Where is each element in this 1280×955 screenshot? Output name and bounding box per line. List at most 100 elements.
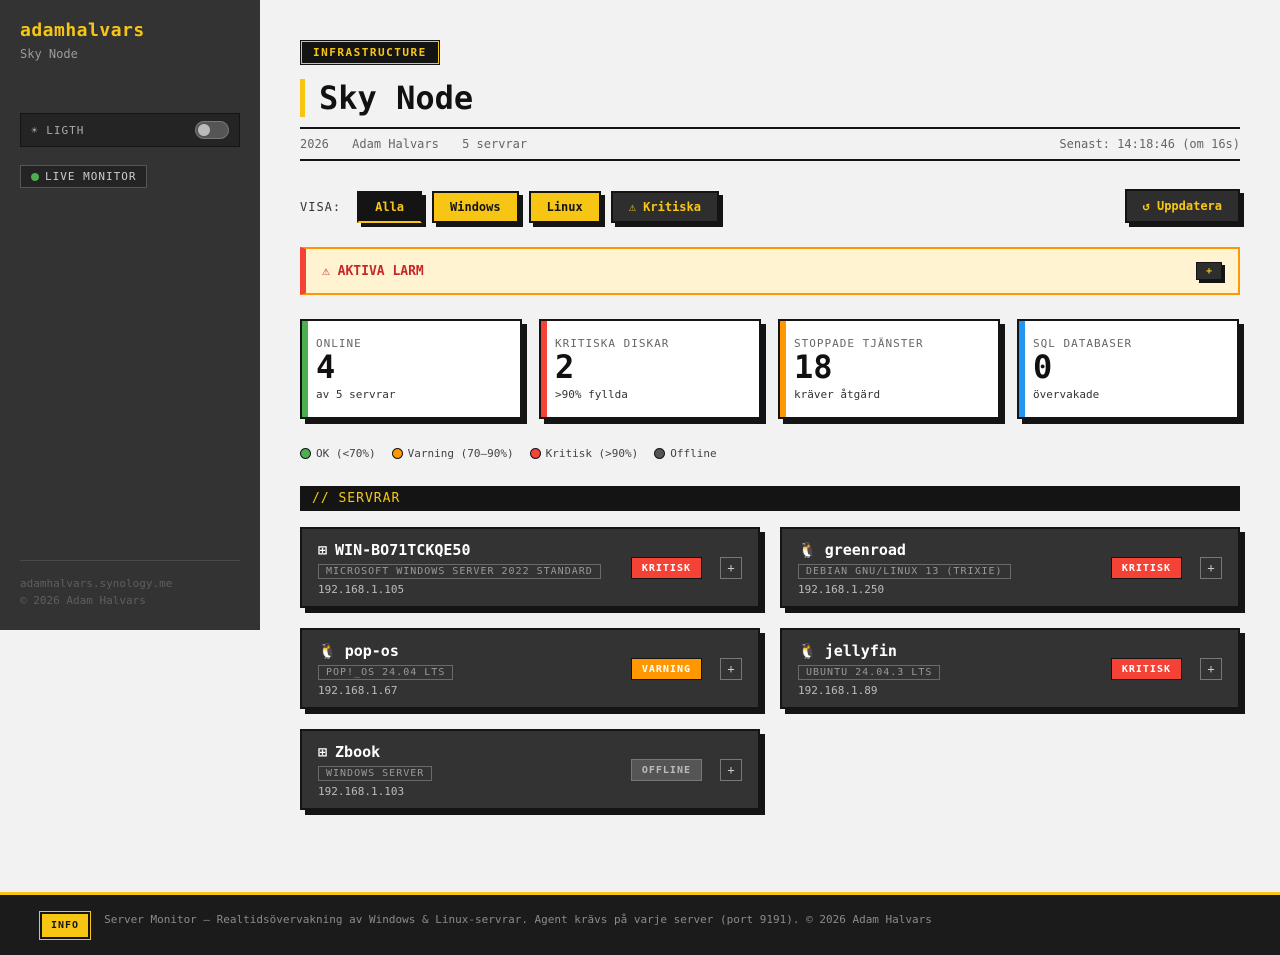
info-badge: INFO bbox=[40, 911, 91, 939]
stat-card: KRITISKA DISKAR 2 >90% fyllda bbox=[539, 319, 761, 419]
server-ip: 192.168.1.105 bbox=[318, 583, 405, 596]
filter-linux-button[interactable]: Linux bbox=[528, 191, 601, 223]
server-name: Zbook bbox=[335, 743, 381, 761]
theme-toggle-switch[interactable] bbox=[195, 121, 229, 139]
footer-text: Server Monitor — Realtidsövervakning av … bbox=[104, 912, 932, 926]
stat-subtext: >90% fyllda bbox=[555, 388, 628, 401]
server-os: DEBIAN GNU/LINUX 13 (TRIXIE) bbox=[798, 564, 1011, 579]
theme-label-text: LIGTH bbox=[46, 123, 85, 137]
page-title: Sky Node bbox=[319, 79, 474, 117]
stat-color-bar bbox=[780, 321, 786, 417]
live-monitor-badge[interactable]: LIVE MONITOR bbox=[20, 165, 148, 188]
legend-item: Varning (70–90%) bbox=[391, 447, 514, 460]
status-badge: VARNING bbox=[630, 658, 702, 680]
legend-item: OK (<70%) bbox=[300, 447, 376, 460]
legend-label: Offline bbox=[670, 447, 717, 460]
server-name: jellyfin bbox=[824, 642, 897, 660]
server-ip: 192.168.1.103 bbox=[318, 785, 405, 798]
server-card[interactable]: ⊞ WIN-BO71TCKQE50 MICROSOFT WINDOWS SERVER… bbox=[300, 527, 760, 608]
live-status-dot-icon bbox=[31, 172, 39, 181]
filter-windows-button[interactable]: Windows bbox=[432, 191, 519, 223]
stat-color-bar bbox=[541, 321, 547, 417]
linux-penguin-icon: 🐧 bbox=[798, 642, 817, 660]
active-alarms-panel[interactable]: ⚠ AKTIVA LARM + bbox=[300, 247, 1240, 295]
stat-value: 0 bbox=[1033, 348, 1053, 386]
status-badge: KRITISK bbox=[1110, 557, 1182, 579]
server-os: WINDOWS SERVER bbox=[318, 766, 433, 781]
server-card[interactable]: ⊞ Zbook WINDOWS SERVER 192.168.1.103 OFFLINE… bbox=[300, 729, 760, 810]
server-name: pop-os bbox=[344, 642, 399, 660]
linux-penguin-icon: 🐧 bbox=[798, 541, 817, 559]
title-wrap: Sky Node bbox=[300, 79, 1240, 117]
server-expand-button[interactable]: + bbox=[1200, 658, 1222, 680]
meta-owner: Adam Halvars bbox=[352, 137, 439, 151]
server-os: MICROSOFT WINDOWS SERVER 2022 STANDARD bbox=[318, 564, 601, 579]
theme-label: ☀ LIGTH bbox=[31, 124, 84, 137]
legend-label: Kritisk (>90%) bbox=[545, 447, 639, 460]
stat-value: 4 bbox=[316, 348, 336, 386]
stats-row: ONLINE 4 av 5 servrar KRITISKA DISKAR 2 >90% … bbox=[300, 319, 1240, 419]
stat-value: 2 bbox=[555, 348, 575, 386]
stat-color-bar bbox=[1019, 321, 1025, 417]
filter-critical-button[interactable]: ⚠ Kritiska bbox=[610, 191, 719, 223]
alarm-expand-button[interactable]: + bbox=[1196, 262, 1222, 280]
sidebar: adamhalvars Sky Node ☀ LIGTH LIVE MONITO… bbox=[0, 0, 260, 630]
stat-label: ONLINE bbox=[316, 337, 362, 350]
refresh-button[interactable]: ↺ Uppdatera bbox=[1124, 189, 1240, 223]
server-expand-button[interactable]: + bbox=[1200, 557, 1222, 579]
status-dot-icon bbox=[391, 448, 403, 459]
stat-color-bar bbox=[302, 321, 308, 417]
status-legend: OK (<70%) Varning (70–90%) Kritisk (>90%) O… bbox=[300, 447, 1240, 460]
meta-left: 2026 Adam Halvars 5 servrar bbox=[300, 137, 543, 151]
brand-subtitle: Sky Node bbox=[20, 47, 78, 61]
status-dot-icon bbox=[529, 448, 541, 459]
server-grid: ⊞ WIN-BO71TCKQE50 MICROSOFT WINDOWS SERVER… bbox=[300, 527, 1240, 810]
stat-subtext: kräver åtgärd bbox=[794, 388, 881, 401]
stat-subtext: övervakade bbox=[1033, 388, 1100, 401]
server-ip: 192.168.1.89 bbox=[798, 684, 878, 697]
legend-item: Kritisk (>90%) bbox=[529, 447, 639, 460]
legend-item: Offline bbox=[654, 447, 717, 460]
windows-icon: ⊞ bbox=[318, 743, 328, 761]
stat-card: STOPPADE TJÄNSTER 18 kräver åtgärd bbox=[778, 319, 1000, 419]
filter-label: VISA: bbox=[300, 200, 342, 214]
sun-icon: ☀ bbox=[31, 123, 39, 137]
alarm-title: ⚠ AKTIVA LARM bbox=[322, 263, 424, 279]
status-badge: KRITISK bbox=[630, 557, 702, 579]
status-badge: KRITISK bbox=[1110, 658, 1182, 680]
page-footer: INFO Server Monitor — Realtidsövervaknin… bbox=[0, 892, 1280, 955]
servers-section-header: // SERVRAR bbox=[300, 486, 1240, 511]
live-monitor-label: LIVE MONITOR bbox=[45, 170, 137, 183]
sidebar-footer: adamhalvars.synology.me © 2026 Adam Halv… bbox=[20, 560, 240, 609]
theme-toggle-row[interactable]: ☀ LIGTH bbox=[20, 113, 240, 147]
server-expand-button[interactable]: + bbox=[720, 759, 742, 781]
linux-penguin-icon: 🐧 bbox=[318, 642, 337, 660]
brand-name[interactable]: adamhalvars bbox=[20, 20, 240, 41]
footer-host[interactable]: adamhalvars.synology.me bbox=[20, 575, 240, 592]
filter-all-button[interactable]: Alla bbox=[357, 191, 423, 223]
meta-year: 2026 bbox=[300, 137, 329, 151]
main-content: INFRASTRUCTURE Sky Node 2026 Adam Halvar… bbox=[300, 40, 1240, 810]
windows-icon: ⊞ bbox=[318, 541, 328, 559]
status-badge: OFFLINE bbox=[630, 759, 702, 781]
stat-value: 18 bbox=[794, 348, 833, 386]
server-os: UBUNTU 24.04.3 LTS bbox=[798, 665, 941, 680]
stat-label: KRITISKA DISKAR bbox=[555, 337, 670, 350]
status-dot-icon bbox=[300, 448, 311, 459]
legend-label: Varning (70–90%) bbox=[407, 447, 514, 460]
stat-card: ONLINE 4 av 5 servrar bbox=[300, 319, 522, 419]
server-expand-button[interactable]: + bbox=[720, 658, 742, 680]
server-card[interactable]: 🐧 pop-os POP!_OS 24.04 LTS 192.168.1.67 VARN… bbox=[300, 628, 760, 709]
toggle-knob bbox=[198, 124, 210, 136]
server-os: POP!_OS 24.04 LTS bbox=[318, 665, 454, 680]
server-ip: 192.168.1.250 bbox=[798, 583, 885, 596]
stat-card: SQL DATABASER 0 övervakade bbox=[1017, 319, 1239, 419]
server-expand-button[interactable]: + bbox=[720, 557, 742, 579]
legend-label: OK (<70%) bbox=[316, 447, 376, 460]
stat-subtext: av 5 servrar bbox=[316, 388, 396, 401]
last-update: Senast: 14:18:46 (om 16s) bbox=[1059, 137, 1240, 151]
filter-row: VISA: Alla Windows Linux ⚠ Kritiska ↺ Up… bbox=[300, 189, 1240, 225]
server-ip: 192.168.1.67 bbox=[318, 684, 398, 697]
server-card[interactable]: 🐧 greenroad DEBIAN GNU/LINUX 13 (TRIXIE) 19… bbox=[780, 527, 1240, 608]
server-card[interactable]: 🐧 jellyfin UBUNTU 24.04.3 LTS 192.168.1.89 K… bbox=[780, 628, 1240, 709]
